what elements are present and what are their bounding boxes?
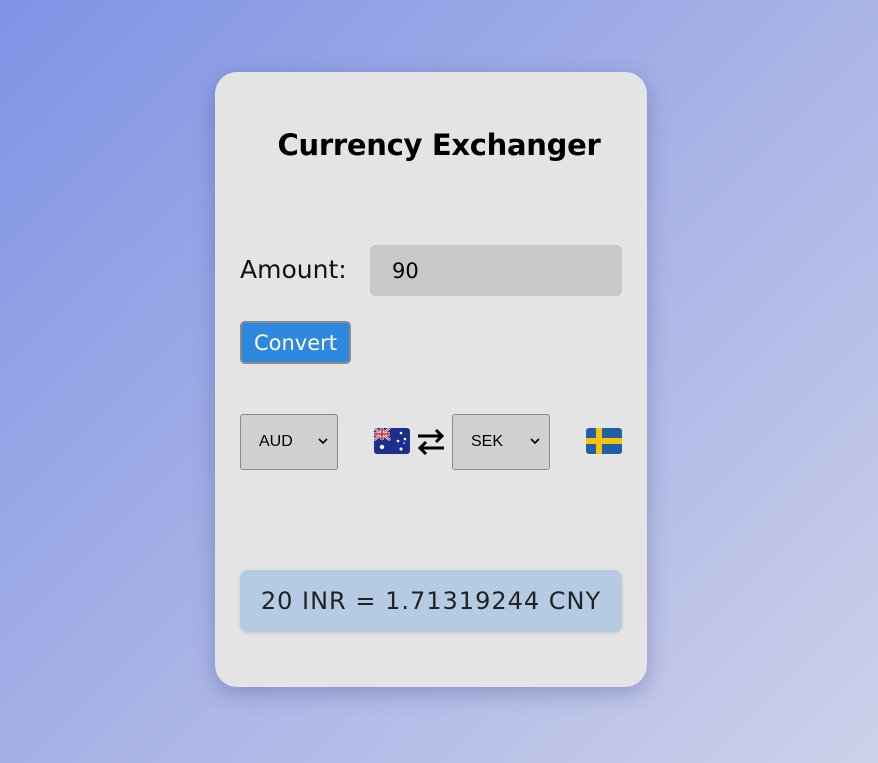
from-currency-select[interactable]: AUD — [240, 414, 338, 470]
conversion-result: 20 INR = 1.71319244 CNY — [240, 570, 622, 632]
chevron-down-icon — [318, 438, 328, 445]
sweden-flag-icon — [586, 428, 622, 454]
to-currency-value: SEK — [471, 433, 504, 450]
from-currency-value: AUD — [259, 433, 293, 450]
amount-input[interactable] — [370, 245, 622, 296]
page-title: Currency Exchanger — [277, 128, 601, 162]
to-currency-select[interactable]: SEK — [452, 414, 550, 470]
amount-label: Amount: — [240, 255, 347, 284]
chevron-down-icon — [530, 438, 540, 445]
convert-button[interactable]: Convert — [240, 321, 351, 364]
swap-arrows-icon[interactable] — [415, 424, 447, 460]
australia-flag-icon — [374, 428, 410, 454]
